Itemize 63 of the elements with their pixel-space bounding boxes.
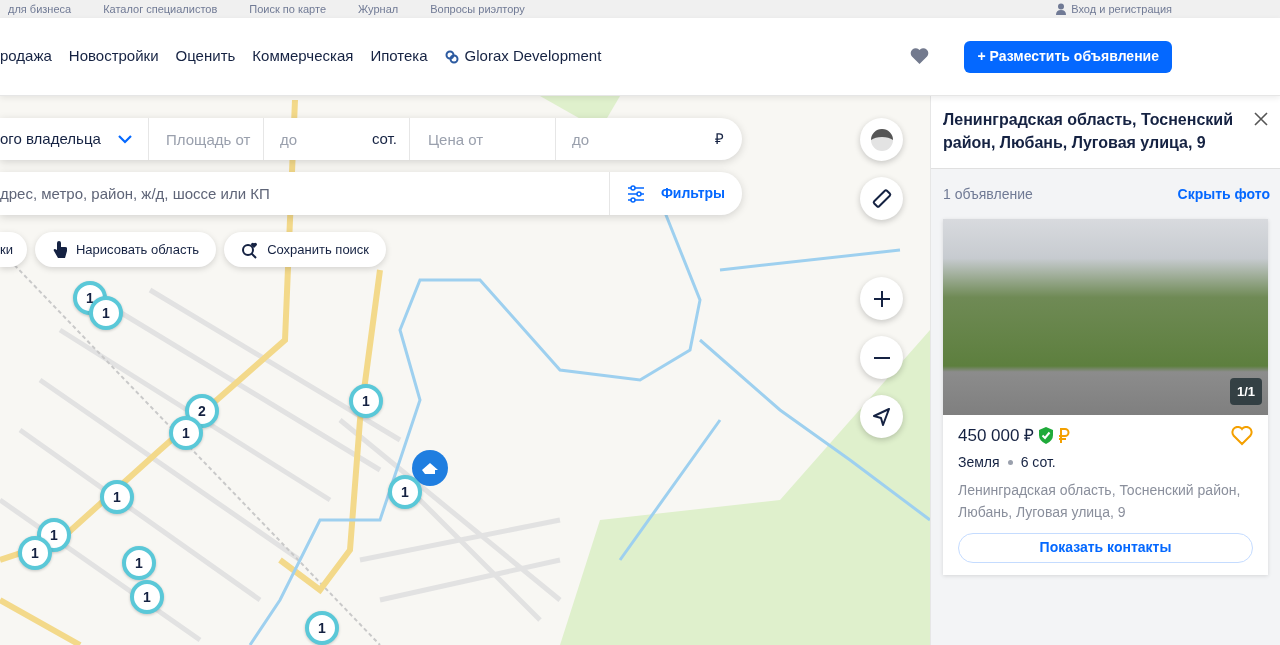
photo-counter: 1/1 — [1229, 377, 1262, 405]
listing-address: Ленинградская область, Тосненский район, Любань, Луговая улица, 9 — [958, 480, 1242, 522]
nav-link[interactable]: Ипотека — [370, 45, 428, 68]
filters-button[interactable]: Фильтры — [610, 172, 742, 215]
nav-link[interactable]: Коммерческая — [252, 45, 354, 68]
cluster-marker[interactable]: 1 — [18, 536, 52, 570]
minus-icon — [872, 355, 891, 360]
price-to-field[interactable]: до — [556, 118, 686, 160]
circle-icon — [869, 127, 894, 152]
cluster-marker[interactable]: 1 — [388, 475, 422, 509]
nav-link[interactable]: Оценить — [175, 45, 236, 68]
listing-card[interactable]: 1/1 450 000 ₽ Земля 6 сот. Ленинградская область, Тосненский район, Любань, Луговая улица, 9 Показать контакты — [943, 219, 1268, 575]
cluster-marker[interactable]: 1 — [130, 580, 164, 614]
top-link[interactable]: для бизнеса — [8, 0, 72, 18]
top-link[interactable]: Вопросы риэлтору — [430, 0, 525, 18]
map-chip[interactable]: Нарисовать область — [34, 232, 217, 267]
map-chip[interactable]: Сохранить поиск — [224, 232, 387, 267]
owner-dropdown[interactable]: ого владельца — [0, 118, 149, 160]
house-icon — [421, 461, 439, 475]
cluster-marker[interactable]: 1 — [169, 416, 203, 450]
plot-area: 6 сот. — [1020, 451, 1056, 473]
search-bar[interactable]: дрес, метро, район, ж/д, шоссе или КП Фильтры — [0, 172, 742, 215]
chevron-down-icon — [118, 134, 132, 144]
heart-icon[interactable] — [910, 48, 930, 65]
area-from-field[interactable]: Площадь от — [149, 118, 264, 160]
nav-link[interactable]: Glorax Development — [444, 45, 602, 68]
top-link[interactable]: Поиск по карте — [249, 0, 327, 18]
cluster-marker[interactable]: 1 — [100, 480, 134, 514]
top-link[interactable]: Журнал — [358, 0, 399, 18]
price: 450 000 ₽ — [958, 425, 1035, 447]
nav-link[interactable]: Новостройки — [68, 45, 159, 68]
search-heart-icon — [241, 240, 260, 259]
ruler-button[interactable] — [860, 177, 903, 220]
layers-button[interactable] — [860, 118, 903, 161]
map-chip[interactable]: ки — [0, 232, 27, 267]
login-link[interactable]: Вход и регистрация — [1071, 0, 1172, 18]
cluster-marker[interactable]: 1 — [349, 384, 383, 418]
currency-sign: ₽ — [715, 128, 724, 149]
ruble-icon — [1058, 428, 1071, 444]
home-marker[interactable] — [412, 450, 448, 486]
address-title: Ленинградская область, Тосненский район, Любань, Луговая улица, 9 — [943, 110, 1234, 153]
sliders-icon — [626, 184, 645, 203]
cluster-marker[interactable]: 1 — [305, 611, 339, 645]
price-from-field[interactable]: Цена от — [410, 118, 556, 160]
user-icon — [1055, 3, 1068, 15]
chain-icon — [444, 49, 459, 64]
listing-count: 1 объявление — [943, 184, 1033, 204]
post-ad-button[interactable]: + Разместить объявление — [964, 40, 1172, 73]
ruler-icon — [870, 187, 893, 210]
area-unit: сот. — [371, 128, 397, 149]
dot-separator — [1007, 459, 1013, 465]
cluster-marker[interactable]: 1 — [122, 546, 156, 580]
nav-link[interactable]: родажа — [0, 45, 52, 68]
hide-photo-link[interactable]: Скрыть фото — [1177, 183, 1270, 205]
zoom-in-button[interactable] — [860, 277, 903, 320]
close-icon[interactable] — [1254, 112, 1268, 126]
top-link[interactable]: Каталог специалистов — [103, 0, 218, 18]
address-search-field[interactable]: дрес, метро, район, ж/д, шоссе или КП — [0, 172, 610, 215]
area-to-field[interactable]: до — [264, 118, 360, 160]
hand-pointer-icon — [51, 240, 68, 259]
property-type: Земля — [958, 452, 1000, 472]
plus-icon — [872, 289, 891, 308]
navigation-arrow-icon — [872, 407, 891, 426]
